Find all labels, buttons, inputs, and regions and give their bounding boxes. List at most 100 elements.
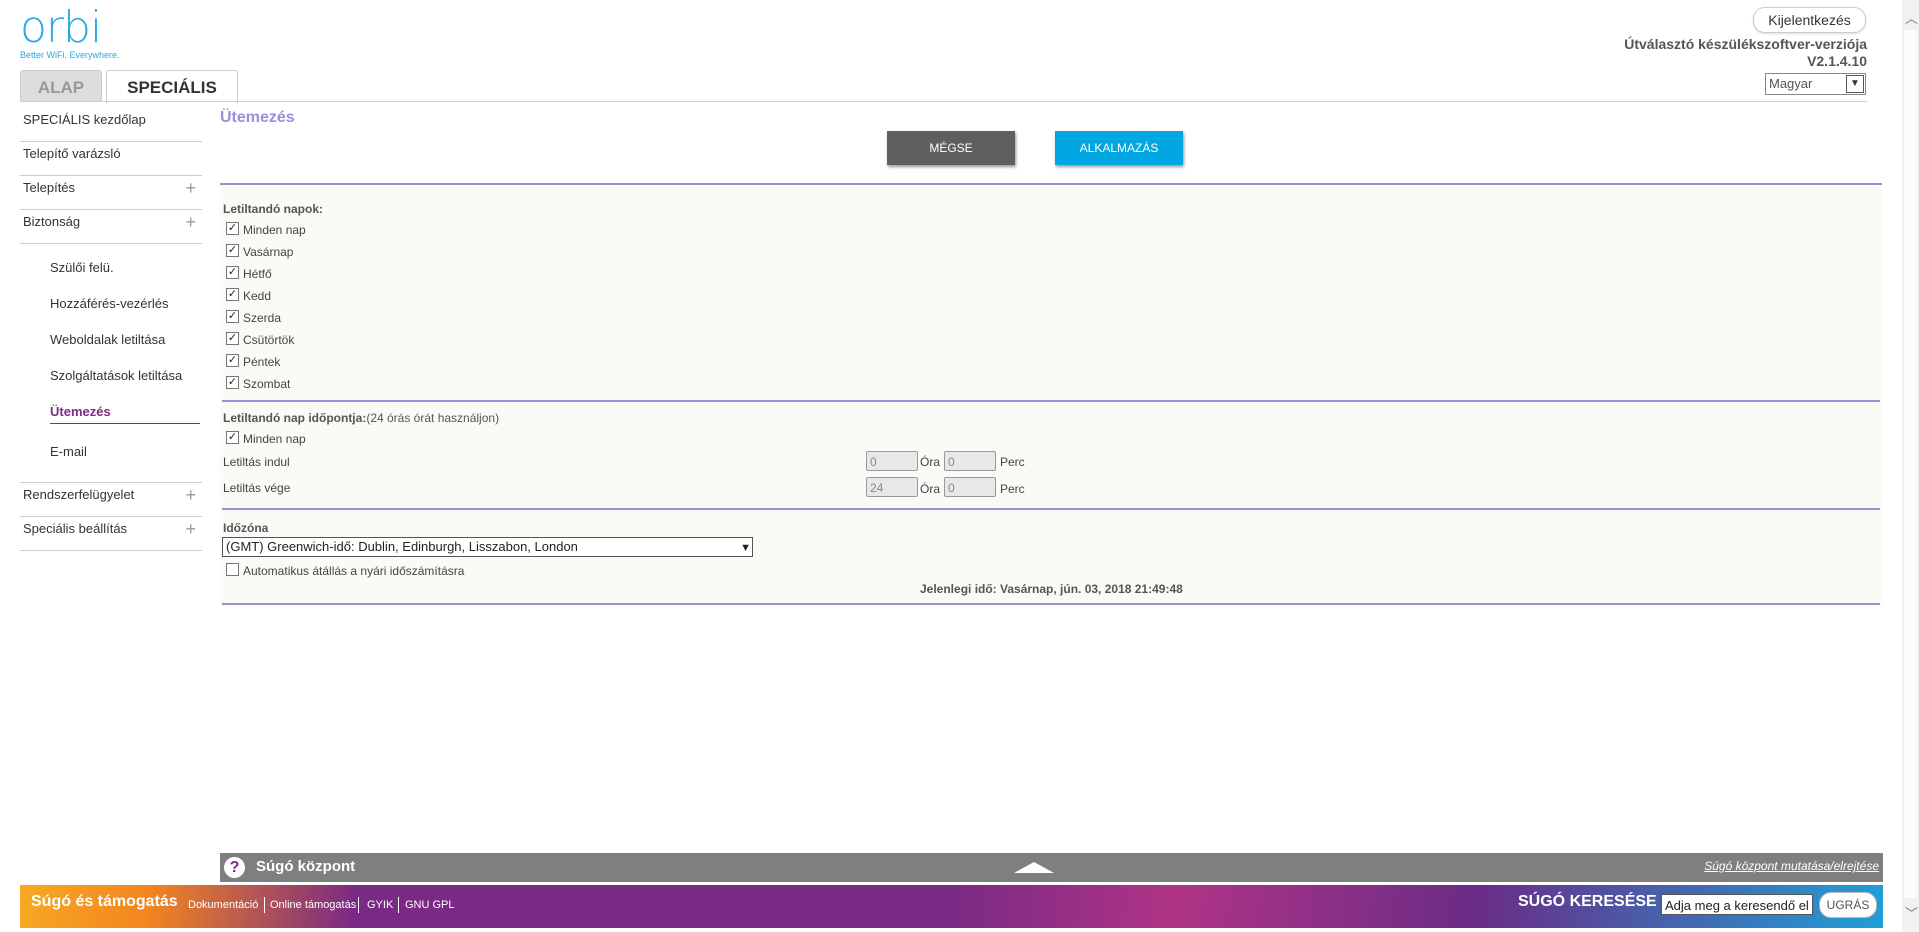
- firmware-version: V2.1.4.10: [1807, 53, 1867, 69]
- day-label: Hétfő: [243, 267, 272, 281]
- tab-specialis[interactable]: SPECIÁLIS: [106, 70, 238, 103]
- sidebar-item-label: SPECIÁLIS kezdőlap: [23, 112, 146, 127]
- end-minute-input[interactable]: 0: [944, 477, 996, 497]
- scrollbar[interactable]: ︿ ﹀: [1902, 0, 1919, 932]
- scroll-down-icon[interactable]: ﹀: [1905, 903, 1918, 922]
- hour-unit-label: Óra: [920, 455, 941, 469]
- timezone-title: Időzóna: [223, 521, 269, 535]
- logout-button[interactable]: Kijelentkezés: [1753, 7, 1866, 33]
- hour-unit-label: Óra: [920, 482, 941, 496]
- divider: [222, 508, 1880, 510]
- minute-unit-label: Perc: [1000, 482, 1025, 496]
- logo-tagline: Better WiFi. Everywhere.: [20, 50, 120, 60]
- checkbox[interactable]: ✓: [226, 376, 239, 390]
- minute-unit-label: Perc: [1000, 455, 1025, 469]
- day-row-wednesday[interactable]: ✓ Szerda: [226, 307, 281, 329]
- sidebar-subitem-block-services[interactable]: Szolgáltatások letiltása: [20, 358, 202, 394]
- sidebar-subitem-email[interactable]: E-mail: [20, 434, 202, 470]
- day-row-thursday[interactable]: ✓ Csütörtök: [226, 329, 294, 351]
- sidebar-item-setup-wizard[interactable]: Telepítő varázsló: [20, 142, 202, 176]
- checkbox[interactable]: ✓: [226, 431, 239, 445]
- timezone-select[interactable]: (GMT) Greenwich-idő: Dublin, Edinburgh, …: [222, 537, 753, 557]
- page-title: Ütemezés: [220, 109, 295, 126]
- sidebar-subitem-block-sites[interactable]: Weboldalak letiltása: [20, 322, 202, 358]
- end-hour-input[interactable]: 24: [866, 477, 918, 497]
- checkbox[interactable]: ✓: [226, 266, 239, 280]
- sidebar-item-administration[interactable]: Rendszerfelügyelet +: [20, 482, 202, 517]
- start-hour-input[interactable]: 0: [866, 451, 918, 471]
- day-label: Péntek: [243, 355, 281, 369]
- footer-link-documentation[interactable]: Dokumentáció: [188, 899, 258, 911]
- checkbox[interactable]: ✓: [226, 354, 239, 368]
- sidebar-subitem-parental[interactable]: Szülői felü.: [20, 250, 202, 286]
- day-row-tuesday[interactable]: ✓ Kedd: [226, 285, 271, 307]
- sidebar-item-label: Speciális beállítás: [23, 521, 128, 536]
- checkbox[interactable]: [226, 563, 239, 577]
- expand-icon[interactable]: +: [185, 176, 196, 200]
- dst-label: Automatikus átállás a nyári időszámításr…: [243, 564, 465, 578]
- day-label: Szombat: [243, 377, 291, 391]
- help-icon: ?: [224, 857, 245, 878]
- block-start-label: Letiltás indul: [223, 455, 290, 469]
- day-label: Kedd: [243, 289, 272, 303]
- expand-up-icon[interactable]: [1014, 862, 1054, 873]
- day-row-friday[interactable]: ✓ Péntek: [226, 351, 280, 373]
- tab-alap[interactable]: ALAP: [20, 70, 102, 101]
- footer-link-faq[interactable]: GYIK: [367, 899, 393, 911]
- footer: Súgó és támogatás Dokumentáció Online tá…: [20, 885, 1883, 928]
- cancel-button[interactable]: MÉGSE: [887, 131, 1015, 165]
- all-day-row[interactable]: ✓ Minden nap: [226, 428, 306, 450]
- help-center-title: Súgó központ: [256, 858, 356, 875]
- sidebar-item-specialis-home[interactable]: SPECIÁLIS kezdőlap: [20, 108, 202, 142]
- time-section-title: Letiltandó nap időpontja:(24 órás órát h…: [223, 411, 499, 425]
- day-row-monday[interactable]: ✓ Hétfő: [226, 263, 272, 285]
- timezone-selected: (GMT) Greenwich-idő: Dublin, Edinburgh, …: [226, 539, 578, 554]
- all-day-label: Minden nap: [243, 432, 306, 446]
- footer-title: Súgó és támogatás: [31, 893, 178, 910]
- checkbox[interactable]: ✓: [226, 310, 239, 324]
- sidebar-item-label: Telepítés: [23, 180, 76, 195]
- logo-wordmark: orbi: [20, 2, 102, 53]
- dst-row[interactable]: Automatikus átállás a nyári időszámításr…: [226, 560, 464, 582]
- sidebar-item-advanced-setup[interactable]: Speciális beállítás +: [20, 517, 202, 551]
- expand-icon[interactable]: +: [185, 210, 196, 234]
- footer-link-online-support[interactable]: Online támogatás: [270, 899, 356, 911]
- language-select[interactable]: Magyar ▼: [1765, 73, 1866, 95]
- day-label: Minden nap: [243, 223, 306, 237]
- current-time: Jelenlegi idő: Vasárnap, jún. 03, 2018 2…: [920, 582, 1183, 596]
- apply-button[interactable]: ALKALMAZÁS: [1055, 131, 1183, 165]
- sidebar-item-security[interactable]: Biztonság +: [20, 210, 202, 244]
- firmware-info: Útválasztó készülékszoftver-verziója V2.…: [1624, 36, 1867, 70]
- sidebar-item-label: Rendszerfelügyelet: [23, 487, 135, 502]
- day-row-every-day[interactable]: ✓ Minden nap: [226, 219, 306, 241]
- help-toggle-link[interactable]: Súgó központ mutatása/elrejtése: [1704, 859, 1879, 873]
- sidebar-subitem-schedule[interactable]: Ütemezés: [20, 394, 202, 430]
- go-button[interactable]: UGRÁS: [1819, 892, 1877, 918]
- help-search-label: SÚGÓ KERESÉSE: [1518, 893, 1657, 910]
- help-center-bar: ? Súgó központ Súgó központ mutatása/elr…: [220, 853, 1883, 882]
- tab-divider: [20, 101, 1867, 102]
- checkbox[interactable]: ✓: [226, 288, 239, 302]
- expand-icon[interactable]: +: [185, 483, 196, 507]
- sidebar-item-label: Biztonság: [23, 214, 81, 229]
- footer-link-gnu-gpl[interactable]: GNU GPL: [405, 899, 455, 911]
- day-label: Szerda: [243, 311, 282, 325]
- scrollbar-thumb[interactable]: [1904, 30, 1917, 898]
- day-row-saturday[interactable]: ✓ Szombat: [226, 373, 290, 395]
- checkbox[interactable]: ✓: [226, 332, 239, 346]
- footer-separator: [358, 897, 359, 913]
- scroll-up-icon[interactable]: ︿: [1905, 8, 1918, 27]
- blocked-days-title: Letiltandó napok:: [223, 202, 323, 216]
- block-end-label: Letiltás vége: [223, 481, 291, 495]
- expand-icon[interactable]: +: [185, 517, 196, 541]
- sidebar-item-label: Telepítő varázsló: [23, 146, 121, 161]
- start-minute-input[interactable]: 0: [944, 451, 996, 471]
- sidebar-item-setup[interactable]: Telepítés +: [20, 176, 202, 210]
- day-row-sunday[interactable]: ✓ Vasárnap: [226, 241, 293, 263]
- chevron-down-icon: ▼: [740, 542, 751, 554]
- checkbox[interactable]: ✓: [226, 222, 239, 236]
- language-selected: Magyar: [1769, 76, 1813, 91]
- checkbox[interactable]: ✓: [226, 244, 239, 258]
- sidebar-subitem-access-control[interactable]: Hozzáférés-vezérlés: [20, 286, 202, 322]
- help-search-input[interactable]: Adja meg a keresendő el: [1661, 894, 1813, 915]
